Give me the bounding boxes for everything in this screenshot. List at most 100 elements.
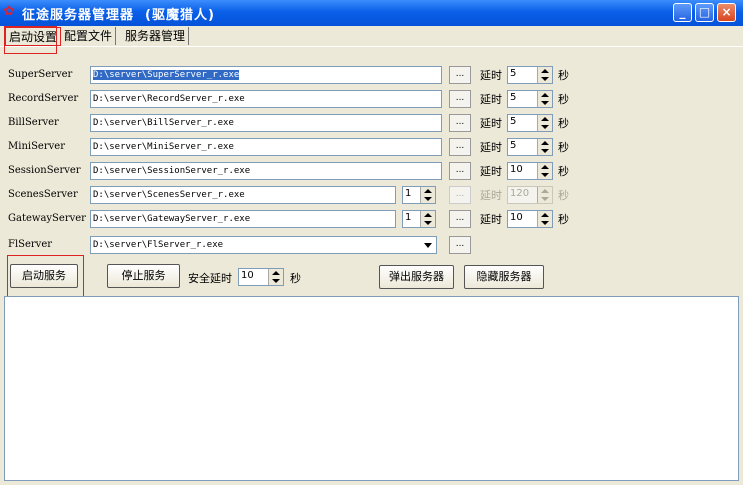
delay-value: 10 xyxy=(510,164,523,175)
spinner-arrows[interactable] xyxy=(537,115,552,131)
down-arrow-icon[interactable] xyxy=(424,197,432,201)
path-input-bill[interactable]: D:\server\BillServer_r.exe xyxy=(90,114,442,132)
start-service-button[interactable]: 启动服务 xyxy=(10,264,78,288)
seconds-unit: 秒 xyxy=(290,272,301,285)
delay-spinner-session[interactable]: 10 xyxy=(507,162,553,180)
down-arrow-icon[interactable] xyxy=(541,101,549,105)
path-combo-fl[interactable]: D:\server\FlServer_r.exe xyxy=(90,236,437,254)
up-arrow-icon[interactable] xyxy=(541,213,549,217)
up-arrow-icon xyxy=(541,189,549,193)
title-bar[interactable]: ✿ 征途服务器管理器 (驱魔猎人) _ □ × xyxy=(0,0,743,26)
delay-spinner-scenes: 120 xyxy=(507,186,553,204)
browse-button-super[interactable]: ... xyxy=(449,66,471,84)
up-arrow-icon[interactable] xyxy=(424,189,432,193)
delay-value: 5 xyxy=(510,140,517,151)
spinner-arrows[interactable] xyxy=(268,269,283,285)
delay-label: 延时 xyxy=(480,117,502,130)
spinner-arrows xyxy=(537,187,552,203)
up-arrow-icon[interactable] xyxy=(541,93,549,97)
browse-button-scenes: ... xyxy=(449,186,471,204)
up-arrow-icon[interactable] xyxy=(541,165,549,169)
server-label-scenes: ScenesServer xyxy=(8,189,78,200)
delay-label: 延时 xyxy=(480,69,502,82)
stop-service-button[interactable]: 停止服务 xyxy=(107,264,180,288)
browse-button-record[interactable]: ... xyxy=(449,90,471,108)
close-button[interactable]: × xyxy=(717,3,736,22)
minimize-icon: _ xyxy=(679,5,686,19)
server-label-gateway: GatewayServer xyxy=(8,213,86,224)
path-value: D:\server\SuperServer_r.exe xyxy=(93,70,240,80)
server-label-fl: FlServer xyxy=(8,239,53,250)
delay-label: 延时 xyxy=(480,141,502,154)
spinner-arrows[interactable] xyxy=(537,91,552,107)
delay-spinner-super[interactable]: 5 xyxy=(507,66,553,84)
down-arrow-icon[interactable] xyxy=(541,173,549,177)
browse-button-bill[interactable]: ... xyxy=(449,114,471,132)
up-arrow-icon[interactable] xyxy=(541,141,549,145)
seconds-unit: 秒 xyxy=(558,189,569,202)
down-arrow-icon[interactable] xyxy=(541,125,549,129)
path-value: D:\server\FlServer_r.exe xyxy=(93,240,224,250)
spinner-arrows[interactable] xyxy=(537,67,552,83)
hide-server-button[interactable]: 隐藏服务器 xyxy=(464,265,544,289)
popup-server-button[interactable]: 弹出服务器 xyxy=(379,265,454,289)
count-spinner-scenes[interactable]: 1 xyxy=(402,186,436,204)
up-arrow-icon[interactable] xyxy=(424,213,432,217)
spinner-arrows[interactable] xyxy=(420,187,435,203)
safe-delay-spinner[interactable]: 10 xyxy=(238,268,284,286)
server-label-super: SuperServer xyxy=(8,69,73,80)
seconds-unit: 秒 xyxy=(558,117,569,130)
down-arrow-icon[interactable] xyxy=(541,221,549,225)
up-arrow-icon[interactable] xyxy=(541,117,549,121)
chevron-down-icon xyxy=(424,243,432,248)
spinner-arrows[interactable] xyxy=(537,163,552,179)
delay-spinner-bill[interactable]: 5 xyxy=(507,114,553,132)
down-arrow-icon[interactable] xyxy=(424,221,432,225)
delay-value: 5 xyxy=(510,68,517,79)
spinner-arrows[interactable] xyxy=(537,211,552,227)
down-arrow-icon[interactable] xyxy=(272,279,280,283)
maximize-button[interactable]: □ xyxy=(695,3,714,22)
server-label-session: SessionServer xyxy=(8,165,81,176)
delay-value: 5 xyxy=(510,92,517,103)
down-arrow-icon xyxy=(541,197,549,201)
maximize-icon: □ xyxy=(698,5,711,19)
delay-label: 延时 xyxy=(480,93,502,106)
app-icon[interactable]: ✿ xyxy=(2,5,16,19)
server-label-bill: BillServer xyxy=(8,117,59,128)
seconds-unit: 秒 xyxy=(558,213,569,226)
minimize-button[interactable]: _ xyxy=(673,3,692,22)
down-arrow-icon[interactable] xyxy=(541,77,549,81)
path-input-record[interactable]: D:\server\RecordServer_r.exe xyxy=(90,90,442,108)
down-arrow-icon[interactable] xyxy=(541,149,549,153)
close-icon: × xyxy=(721,5,732,19)
tab-highlight-box xyxy=(4,26,57,54)
spinner-arrows[interactable] xyxy=(537,139,552,155)
path-input-scenes[interactable]: D:\server\ScenesServer_r.exe xyxy=(90,186,396,204)
delay-value: 5 xyxy=(510,116,517,127)
spinner-arrows[interactable] xyxy=(420,211,435,227)
delay-spinner-record[interactable]: 5 xyxy=(507,90,553,108)
window-title: 征途服务器管理器 (驱魔猎人) xyxy=(22,8,215,23)
up-arrow-icon[interactable] xyxy=(272,271,280,275)
path-input-super[interactable]: D:\server\SuperServer_r.exe xyxy=(90,66,442,84)
delay-label: 延时 xyxy=(480,189,502,202)
browse-button-mini[interactable]: ... xyxy=(449,138,471,156)
count-spinner-gateway[interactable]: 1 xyxy=(402,210,436,228)
log-output-area[interactable] xyxy=(4,296,739,481)
delay-spinner-gateway[interactable]: 10 xyxy=(507,210,553,228)
dropdown-arrow-icon[interactable] xyxy=(420,237,436,253)
delay-spinner-mini[interactable]: 5 xyxy=(507,138,553,156)
seconds-unit: 秒 xyxy=(558,141,569,154)
path-input-gateway[interactable]: D:\server\GatewayServer_r.exe xyxy=(90,210,396,228)
browse-button-fl[interactable]: ... xyxy=(449,236,471,254)
path-input-mini[interactable]: D:\server\MiniServer_r.exe xyxy=(90,138,442,156)
tab-config-files[interactable]: 配置文件 xyxy=(61,27,117,45)
up-arrow-icon[interactable] xyxy=(541,69,549,73)
delay-label: 延时 xyxy=(480,213,502,226)
browse-button-session[interactable]: ... xyxy=(449,162,471,180)
path-input-session[interactable]: D:\server\SessionServer_r.exe xyxy=(90,162,442,180)
tab-server-management[interactable]: 服务器管理 xyxy=(122,27,190,45)
delay-value: 10 xyxy=(510,212,523,223)
browse-button-gateway[interactable]: ... xyxy=(449,210,471,228)
